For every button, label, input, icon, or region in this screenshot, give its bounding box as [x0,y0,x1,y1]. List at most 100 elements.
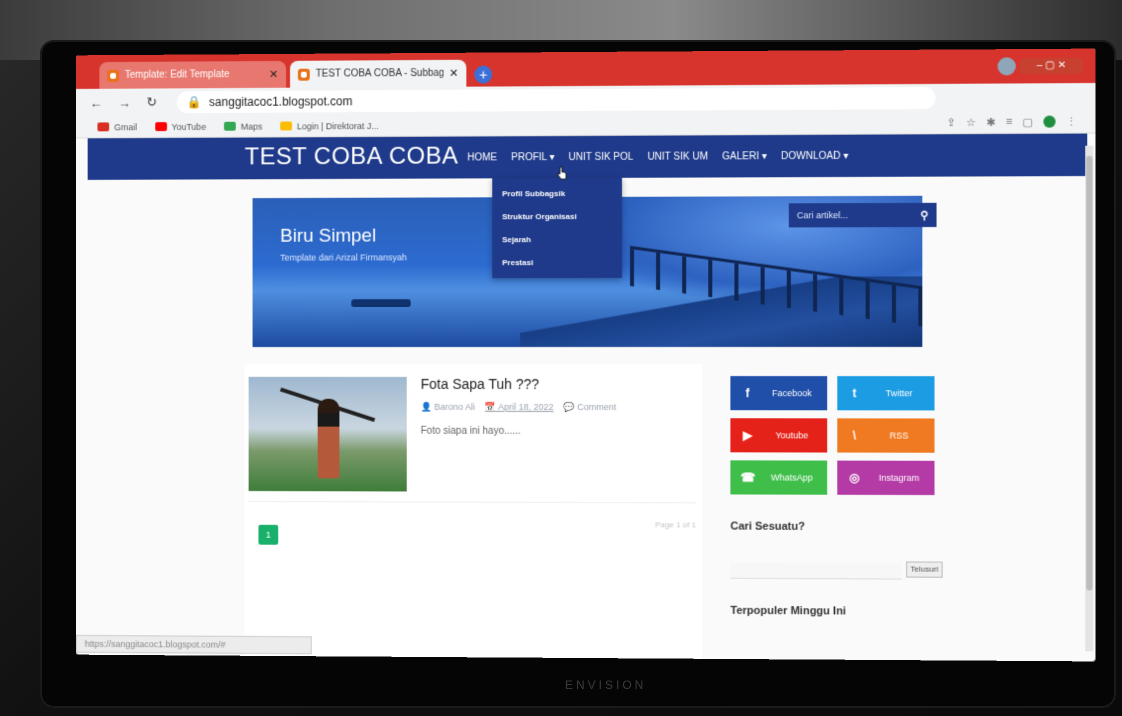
page-scrollbar[interactable] [1085,145,1094,652]
puzzle-icon[interactable]: ✱ [986,116,995,129]
social-label: Youtube [775,430,809,441]
bookmark-label: YouTube [171,121,207,132]
page-button[interactable]: 1 [258,524,279,545]
hero-decoration [351,299,411,308]
whatsapp-icon: ☎ [740,470,756,485]
youtube-icon: ▶ [742,428,753,443]
popular-heading: Terpopuler Minggu Ini [730,604,847,618]
blogger-icon [107,69,119,82]
comment-text: Comment [577,401,617,413]
bookmark-label: Gmail [114,121,138,132]
menu-galeri[interactable]: GALERI ▾ [722,151,767,162]
bookmark-label: Maps [240,121,263,132]
bookmark-login[interactable]: Login | Direktorat J... [280,121,379,131]
gmail-icon [97,122,110,132]
profil-dropdown: Profil Subbagsik Struktur Organisasi Sej… [492,177,623,279]
blogger-icon [297,68,310,81]
social-label: Instagram [878,472,920,483]
rss-icon: \ [852,428,857,443]
menu-unit-sik-pol[interactable]: UNIT SIK POL [569,151,634,162]
tab-title: Template: Edit Template [124,69,230,81]
url-field[interactable]: 🔒 sanggitacoc1.blogspot.com [176,86,936,114]
close-icon[interactable]: ✕ [269,68,278,81]
date-text: April 18, 2022 [498,401,554,412]
facebook-icon: f [745,386,750,401]
telusuri-button[interactable]: Telusuri [906,561,943,578]
new-tab-button[interactable]: + [474,65,493,84]
reload-icon[interactable]: ↻ [146,94,157,110]
post-title[interactable]: Fota Sapa Tuh ??? [421,376,540,392]
social-label: Facebook [771,388,812,399]
share-icon[interactable]: ⇪ [947,116,956,129]
youtube-icon [154,122,167,132]
scroll-thumb[interactable] [1086,155,1093,591]
search-input[interactable]: Cari artikel... [797,210,848,220]
menu-home[interactable]: HOME [467,152,497,163]
bookmark-maps[interactable]: Maps [223,121,263,132]
post-snippet: Foto siapa ini hayo...... [420,425,521,437]
site-navbar: TEST COBA COBA HOME PROFIL ▾ UNIT SIK PO… [87,133,1088,180]
post-thumbnail[interactable] [248,376,407,492]
social-label: Twitter [885,388,913,399]
menu-unit-sik-um[interactable]: UNIT SIK UM [647,151,708,162]
dropdown-item-struktur[interactable]: Struktur Organisasi [492,205,622,228]
more-menu-icon[interactable]: ⋮ [1066,115,1077,128]
rss-button[interactable]: \ RSS [837,418,935,453]
menu-download[interactable]: DOWNLOAD ▾ [781,150,848,161]
bookmark-label: Login | Direktorat J... [296,120,379,131]
lock-icon: 🔒 [186,95,202,110]
tab-title: TEST COBA COBA - Subbagsik Yu [315,67,444,80]
profile-icon[interactable] [997,57,1016,76]
folder-icon [280,121,292,131]
maps-icon [223,121,236,131]
profile-avatar-icon[interactable] [1043,115,1056,128]
status-bar: https://sanggitacoc1.blogspot.com/# [75,634,312,655]
thumbnail-person [317,398,340,479]
post-date[interactable]: 📅 April 18, 2022 [485,402,554,413]
url-text: sanggitacoc1.blogspot.com [209,94,353,110]
sidebar-search-input[interactable] [730,562,903,580]
bookmark-youtube[interactable]: YouTube [154,121,207,132]
post-comment[interactable]: 💬 Comment [564,402,617,413]
instagram-icon: ◎ [849,470,860,485]
dropdown-item-profil-subbagsik[interactable]: Profil Subbagsik [492,182,622,205]
window-buttons[interactable]: – ▢ ✕ [1019,57,1084,75]
site-search[interactable]: Cari artikel... ⚲ [788,202,937,228]
author-name: Barono Ali [434,401,476,412]
photo-stage: ENVISION Template: Edit Template ✕ TEST … [0,0,1122,716]
star-icon[interactable]: ☆ [966,116,976,129]
main-menu: HOME PROFIL ▾ UNIT SIK POL UNIT SIK UM G… [467,135,848,179]
dropdown-item-sejarah[interactable]: Sejarah [492,228,622,251]
tab-template-editor[interactable]: Template: Edit Template ✕ [99,60,287,89]
youtube-button[interactable]: ▶ Youtube [730,418,828,453]
post-meta: 👤 Barono Ali 📅 April 18, 2022 💬 Comment [421,402,617,413]
facebook-button[interactable]: f Facebook [730,376,828,411]
magnifier-icon[interactable]: ⚲ [920,208,928,221]
post-author[interactable]: 👤 Barono Ali [421,402,475,413]
site-title[interactable]: TEST COBA COBA [245,143,459,172]
social-label: RSS [889,430,909,441]
dropdown-item-prestasi[interactable]: Prestasi [492,251,622,274]
monitor-brand: ENVISION [565,678,647,692]
extension-icons: ⇪ ☆ ✱ ≡ ▢ ⋮ [947,115,1077,129]
whatsapp-button[interactable]: ☎ WhatsApp [730,460,828,495]
close-icon[interactable]: ✕ [449,67,458,80]
reading-list-icon[interactable]: ≡ [1006,116,1013,129]
instagram-button[interactable]: ◎ Instagram [837,460,935,496]
social-label: WhatsApp [770,472,813,483]
page-info: Page 1 of 1 [655,520,697,530]
tab-blog[interactable]: TEST COBA COBA - Subbagsik Yu ✕ [290,59,467,88]
back-arrow-icon[interactable]: ← [90,95,103,110]
sidepanel-icon[interactable]: ▢ [1023,116,1034,129]
monitor-screen: Template: Edit Template ✕ TEST COBA COBA… [75,48,1096,662]
menu-profil[interactable]: PROFIL ▾ [511,152,554,163]
hero-subtitle: Template dari Arizal Firmansyah [280,252,407,263]
hand-cursor-icon [557,166,567,180]
forward-arrow-icon[interactable]: → [118,95,131,110]
search-heading: Cari Sesuatu? [730,520,805,533]
twitter-icon: t [852,386,857,401]
hero-title: Biru Simpel [280,225,377,247]
window-controls: – ▢ ✕ [997,57,1084,76]
twitter-button[interactable]: t Twitter [837,376,935,411]
bookmark-gmail[interactable]: Gmail [97,122,137,132]
